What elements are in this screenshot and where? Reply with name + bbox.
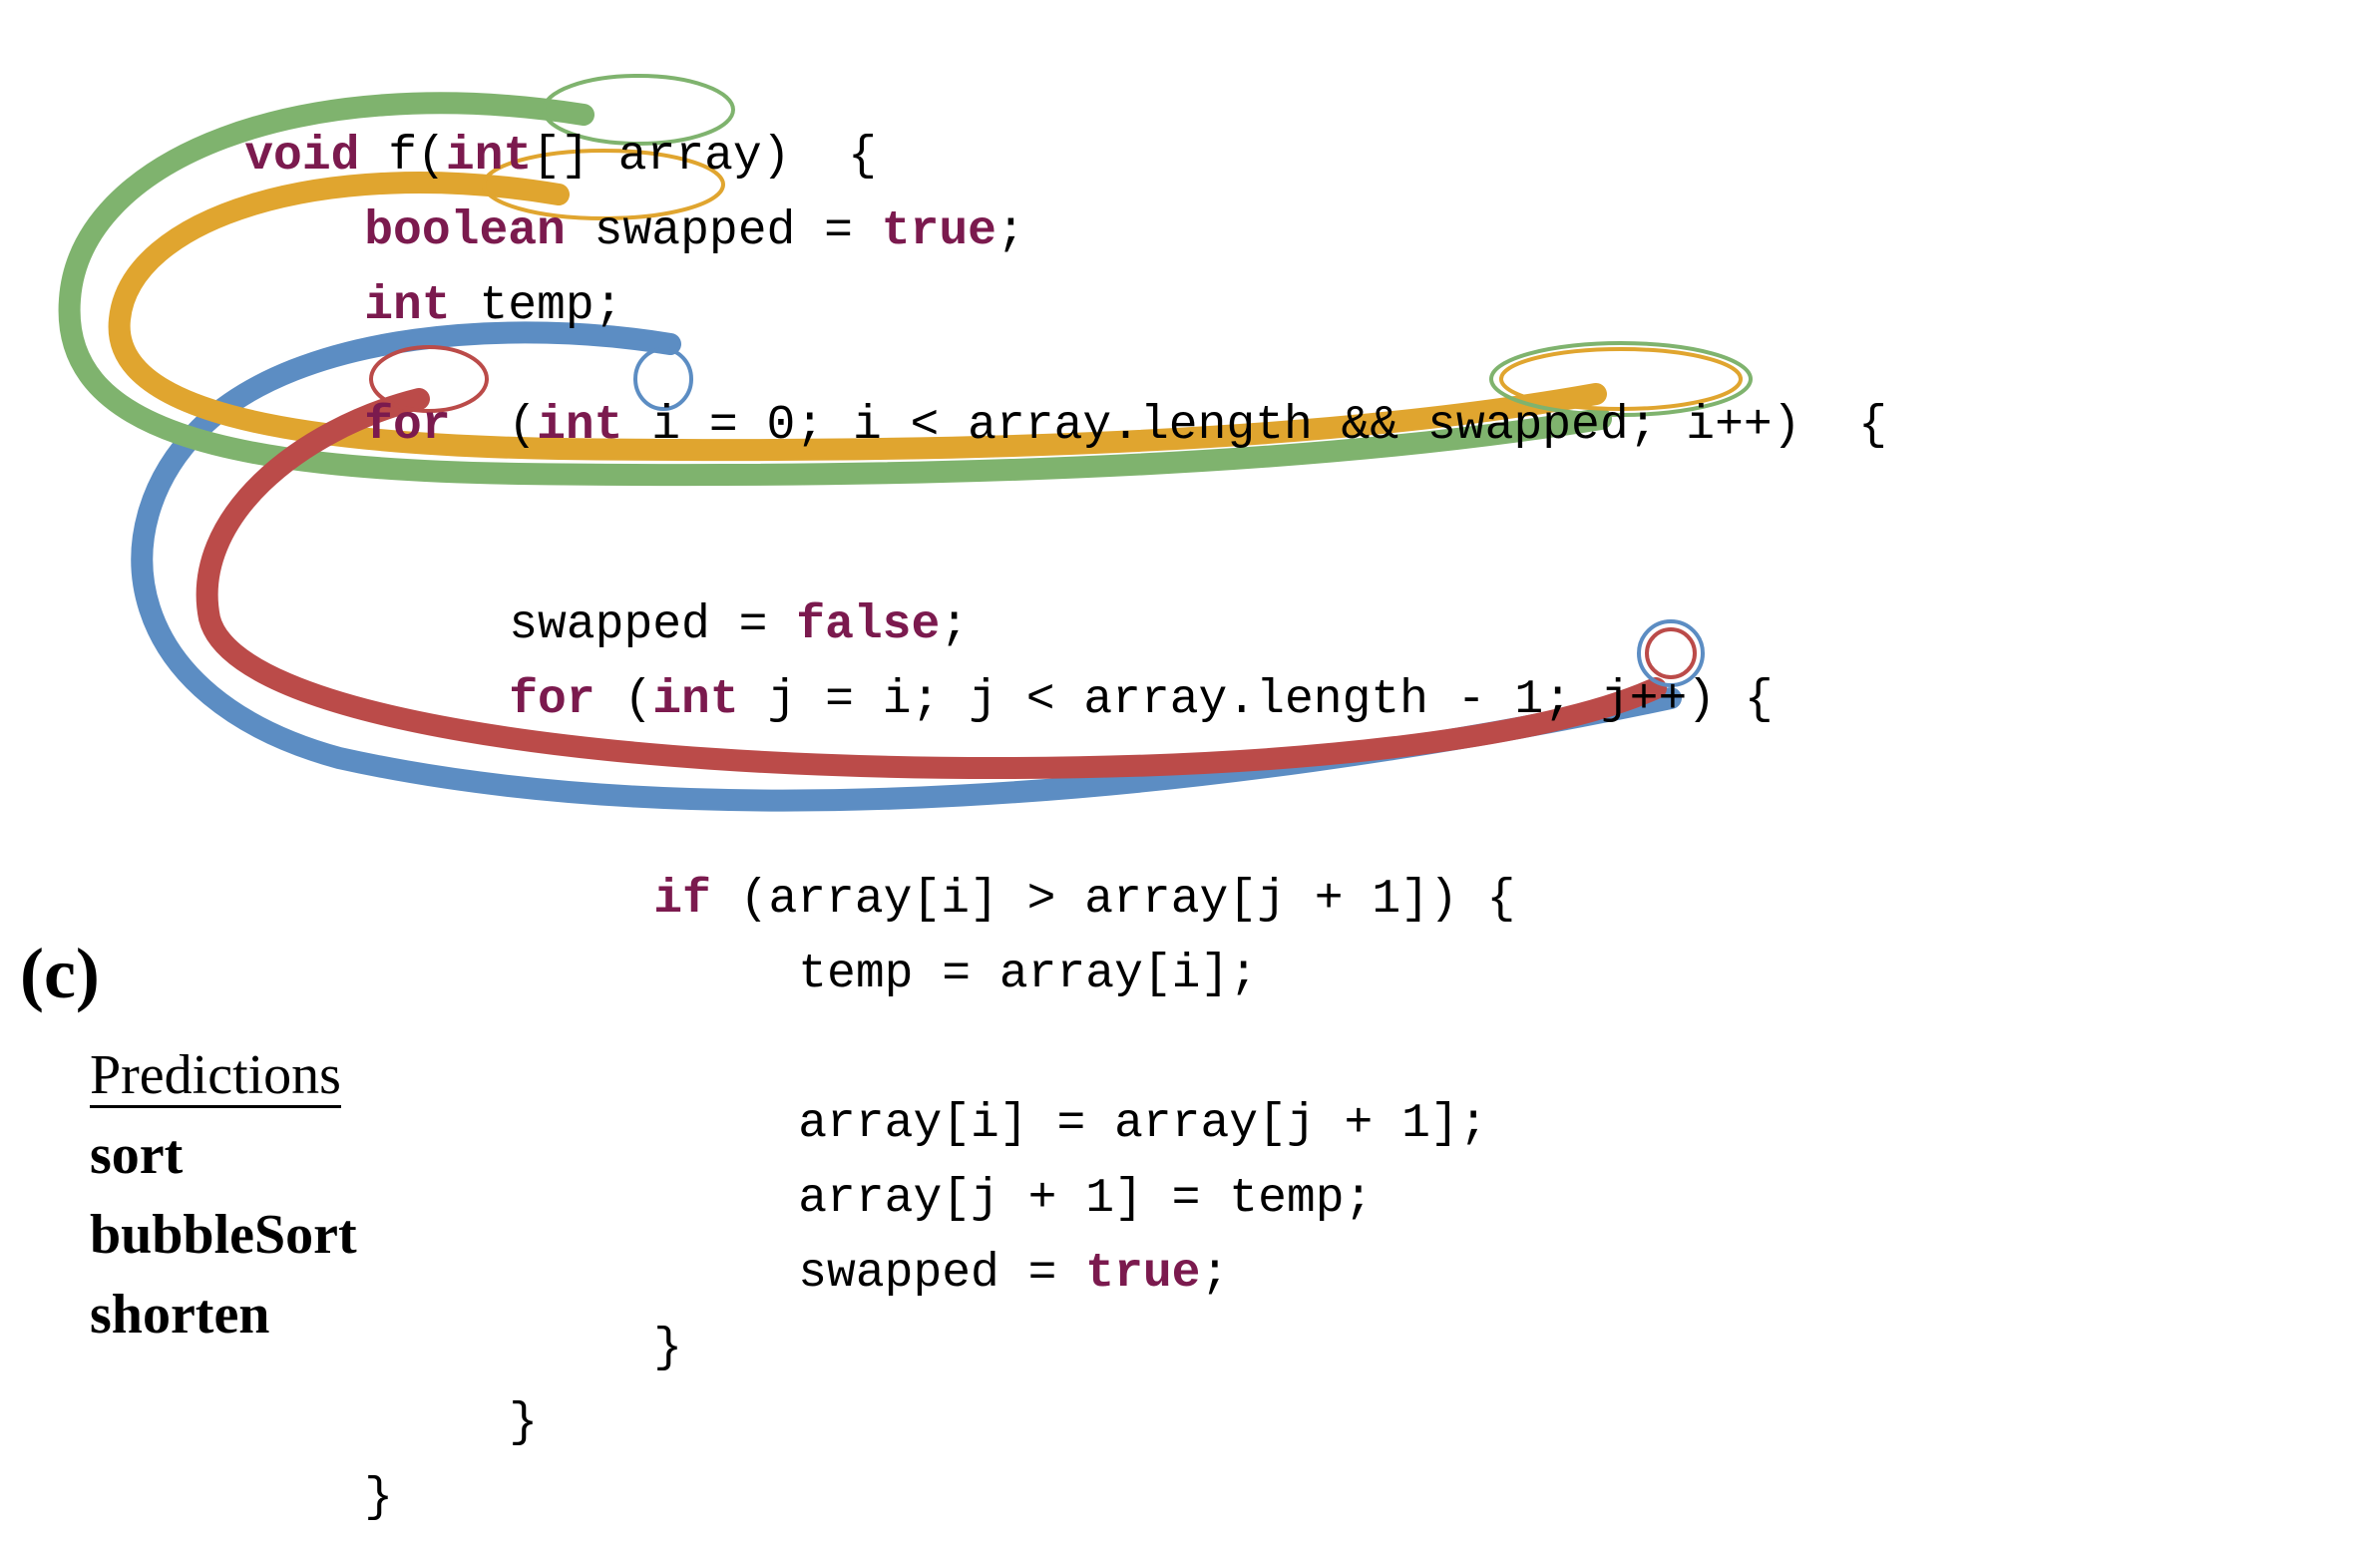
text: ; i++) {: [1629, 399, 1887, 453]
code-line-8: temp = array[i];: [683, 903, 1258, 1046]
text: swapped =: [798, 1247, 1085, 1301]
text: ;: [996, 204, 1025, 258]
text: (: [595, 673, 653, 727]
code-line-12: }: [539, 1277, 682, 1420]
token-zero: 0: [767, 399, 796, 453]
text: }: [509, 1396, 538, 1450]
code-line-13: }: [394, 1351, 538, 1495]
kw-true: true: [1085, 1247, 1200, 1301]
text: j = i; j < array.length -: [739, 673, 1515, 727]
subfigure-label: (c): [20, 938, 100, 1009]
text: ;: [1200, 1247, 1229, 1301]
code-line-6: for (int j = i; j < array.length - 1; j+…: [394, 628, 1774, 772]
kw-int: int: [364, 279, 450, 333]
figure-stage: void f(int[] array) { boolean swapped = …: [0, 0, 2380, 1544]
text: temp = array[i];: [798, 948, 1258, 1001]
kw-int: int: [652, 673, 738, 727]
kw-for: for: [509, 673, 595, 727]
text: i =: [622, 399, 766, 453]
code-line-4: for (int i = 0; i < array.length && swap…: [249, 354, 1887, 498]
kw-true: true: [882, 204, 996, 258]
text: ; i < array.length &&: [795, 399, 1427, 453]
token-swapped-decl: swapped: [595, 204, 796, 258]
text: temp;: [451, 279, 623, 333]
text: (: [451, 399, 537, 453]
kw-for: for: [364, 399, 450, 453]
code-line-15: }: [130, 1496, 273, 1544]
text: ; j++) {: [1543, 673, 1773, 727]
text: =: [795, 204, 881, 258]
kw-int: int: [537, 399, 622, 453]
prediction-2: bubbleSort: [90, 1207, 357, 1263]
token-swapped-cond: swapped: [1427, 399, 1629, 453]
text: }: [364, 1471, 393, 1525]
prediction-1: sort: [90, 1127, 183, 1183]
predictions-title: Predictions: [90, 1047, 341, 1108]
prediction-3: shorten: [90, 1287, 269, 1343]
text: }: [653, 1322, 682, 1375]
code-line-11: swapped = true;: [683, 1202, 1229, 1346]
token-one: 1: [1514, 673, 1543, 727]
